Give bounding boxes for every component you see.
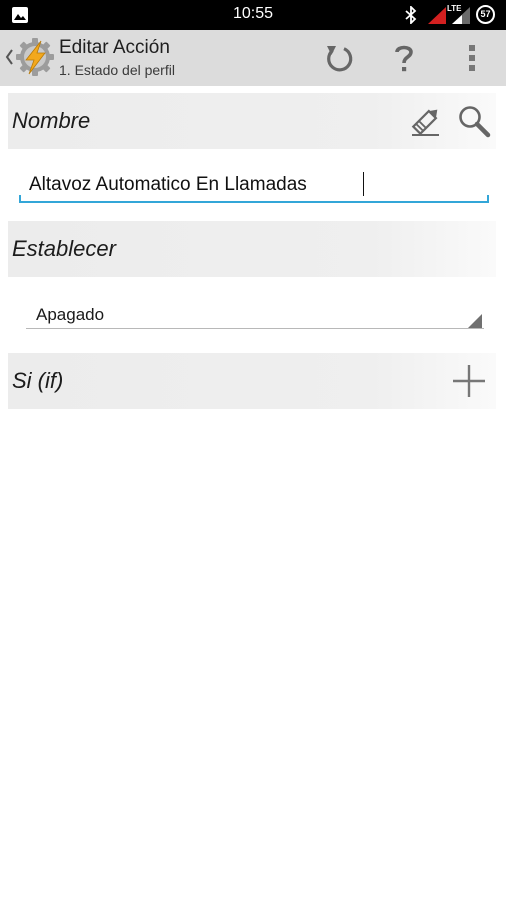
app-icon[interactable] [14,36,56,78]
text-cursor [363,172,364,196]
nombre-header: Nombre [8,93,496,149]
name-input-underline [19,201,489,203]
establecer-spinner[interactable]: Apagado [26,300,484,330]
si-if-label: Si (if) [12,368,64,393]
status-bar: 10:55 LTE 57 [0,0,506,30]
si-if-header: Si (if) [8,353,496,409]
search-icon [459,106,491,138]
nombre-label: Nombre [12,108,91,133]
action-bar: Editar Acción 1. Estado del perfil [0,30,506,86]
name-input-underline-left [19,195,21,202]
add-condition-button[interactable] [451,363,487,399]
signal-icon [428,7,446,24]
back-icon[interactable] [4,44,14,70]
establecer-header: Establecer [8,221,496,277]
name-input-underline-right [487,195,489,202]
signal-icon [452,7,470,24]
undo-icon [327,46,353,72]
spinner-underline [26,328,484,329]
edit-name-button[interactable] [408,103,444,139]
dropdown-corner-icon [468,314,482,328]
name-input[interactable] [19,166,489,202]
overflow-menu-button[interactable] [452,38,492,78]
more-vert-icon [469,45,475,71]
bluetooth-icon [405,6,417,24]
help-icon [395,45,413,72]
help-button[interactable] [384,38,424,78]
screen-title: Editar Acción [59,37,170,58]
edit-icon [411,109,439,136]
undo-button[interactable] [318,38,358,78]
screen-subtitle: 1. Estado del perfil [59,62,175,78]
battery-icon: 57 [476,5,495,24]
spinner-selected-value: Apagado [36,305,105,324]
establecer-label: Establecer [12,236,116,261]
search-name-button[interactable] [456,103,492,139]
add-icon [453,365,485,397]
name-field-container [19,166,489,204]
